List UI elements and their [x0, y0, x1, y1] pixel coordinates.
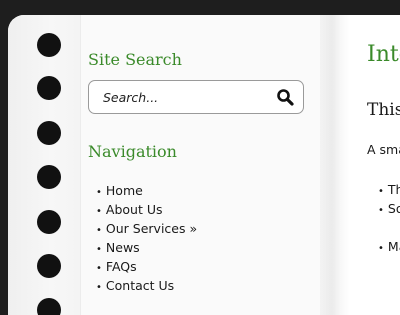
nav-item-faqs[interactable]: • FAQs: [96, 257, 197, 276]
nav-link-about-us[interactable]: About Us: [106, 202, 163, 217]
page-title: Inte: [367, 42, 400, 67]
list-item: •Ma: [378, 239, 400, 254]
search-icon[interactable]: [276, 88, 294, 106]
column-divider: [320, 15, 350, 315]
nav-link-news[interactable]: News: [106, 240, 140, 255]
list-item: • So: [378, 201, 400, 216]
content-list: • Th • So: [378, 180, 400, 218]
binding-hole: [37, 121, 61, 145]
nav-item-home[interactable]: • Home: [96, 181, 197, 200]
nav-link-faqs[interactable]: FAQs: [106, 259, 137, 274]
content-subtitle: This: [367, 100, 400, 120]
notebook-page: [8, 15, 400, 315]
nav-item-contact-us[interactable]: • Contact Us: [96, 276, 197, 295]
binding-hole: [37, 33, 61, 57]
nav-link-home[interactable]: Home: [106, 183, 143, 198]
spiral-binding: [8, 15, 80, 315]
binding-hole: [37, 210, 61, 234]
binding-hole: [37, 165, 61, 189]
navigation-list: • Home • About Us • Our Services » • News • F…: [96, 181, 197, 295]
nav-item-our-services[interactable]: • Our Services »: [96, 219, 197, 238]
nav-link-contact-us[interactable]: Contact Us: [106, 278, 174, 293]
binding-hole: [37, 254, 61, 278]
content-list: •Ma: [378, 237, 400, 256]
search-box: [88, 80, 304, 114]
nav-link-our-services[interactable]: Our Services »: [106, 221, 197, 236]
list-item: • Th: [378, 182, 400, 197]
search-input[interactable]: [103, 88, 268, 106]
binding-hole: [37, 298, 61, 315]
content-paragraph: A sma: [367, 142, 400, 157]
nav-item-news[interactable]: • News: [96, 238, 197, 257]
nav-item-about-us[interactable]: • About Us: [96, 200, 197, 219]
site-search-heading: Site Search: [88, 50, 182, 69]
navigation-heading: Navigation: [88, 142, 177, 161]
binding-hole: [37, 76, 61, 100]
